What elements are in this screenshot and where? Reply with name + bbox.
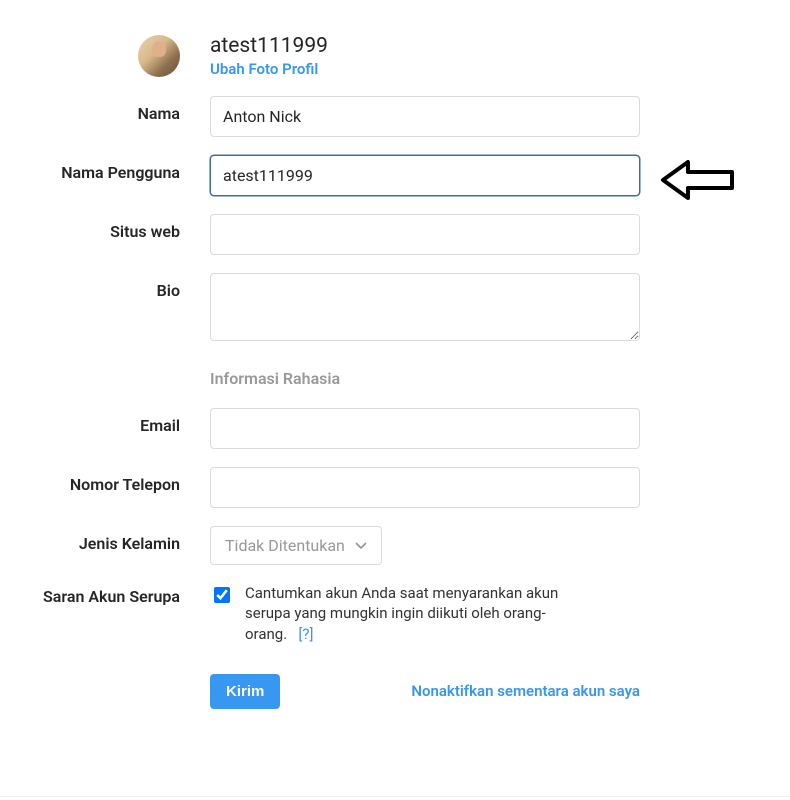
gender-selected-value: Tidak Ditentukan: [225, 536, 345, 555]
username-label: Nama Pengguna: [0, 155, 210, 182]
private-info-heading: Informasi Rahasia: [210, 363, 640, 390]
profile-username-title: atest111999: [210, 35, 640, 58]
submit-button[interactable]: Kirim: [210, 674, 280, 709]
divider: [0, 796, 790, 797]
website-label: Situs web: [0, 214, 210, 241]
name-input[interactable]: [210, 96, 640, 137]
avatar[interactable]: [138, 35, 180, 77]
email-input[interactable]: [210, 408, 640, 449]
arrow-left-icon: [660, 157, 735, 203]
similar-accounts-help-link[interactable]: [?]: [298, 625, 313, 643]
phone-label: Nomor Telepon: [0, 467, 210, 494]
similar-accounts-description: Cantumkan akun Anda saat menyarankan aku…: [245, 583, 575, 644]
phone-input[interactable]: [210, 467, 640, 508]
similar-accounts-checkbox[interactable]: [214, 587, 230, 603]
similar-accounts-label: Saran Akun Serupa: [0, 587, 180, 606]
email-label: Email: [0, 408, 210, 435]
chevron-down-icon: [355, 540, 367, 552]
change-photo-link[interactable]: Ubah Foto Profil: [210, 60, 640, 78]
bio-label: Bio: [0, 273, 210, 300]
deactivate-account-link[interactable]: Nonaktifkan sementara akun saya: [411, 682, 640, 700]
bio-textarea[interactable]: [210, 273, 640, 341]
gender-label: Jenis Kelamin: [0, 526, 210, 553]
website-input[interactable]: [210, 214, 640, 255]
username-input[interactable]: [210, 155, 640, 196]
gender-select[interactable]: Tidak Ditentukan: [210, 526, 382, 565]
name-label: Nama: [0, 96, 210, 123]
